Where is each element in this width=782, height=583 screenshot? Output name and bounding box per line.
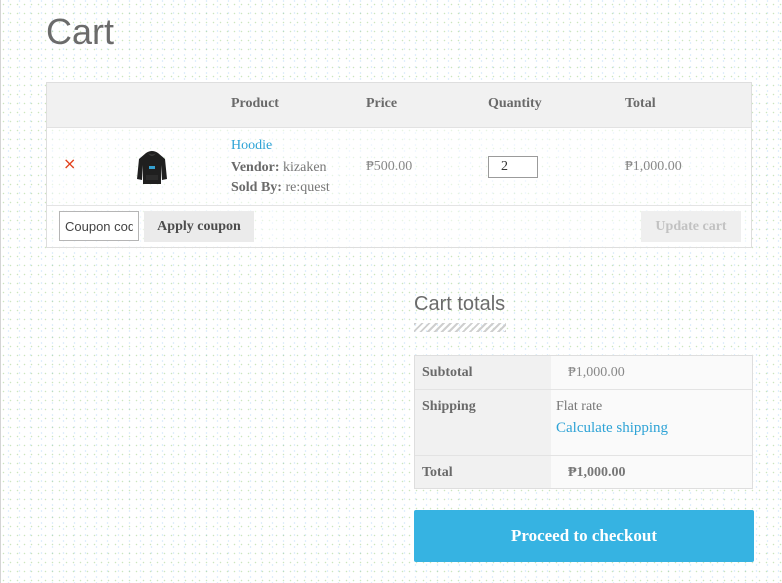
sold-by-label: Sold By: (231, 180, 282, 195)
shipping-label-cell: Shipping (415, 390, 551, 455)
vendor-label: Vendor: (231, 160, 280, 175)
item-total: ₱1,000.00 (625, 159, 682, 174)
calculate-shipping-link[interactable]: Calculate shipping (556, 420, 668, 437)
subtotal-row: Subtotal ₱1,000.00 (415, 356, 752, 390)
cart-totals-title: Cart totals (414, 293, 506, 315)
total-label: Total (422, 465, 453, 480)
header-price: Price (366, 96, 398, 111)
subtotal-label: Subtotal (422, 365, 473, 380)
product-link-hoodie[interactable]: Hoodie (231, 138, 272, 154)
coupon-code-input[interactable] (59, 211, 139, 241)
header-total: Total (625, 96, 656, 111)
product-vendor: Vendor: kizaken (231, 160, 327, 176)
cart-item-row: × Hoodie Vendor: kizaken Sold By: re:que… (47, 128, 751, 206)
sold-by-value: re:quest (285, 180, 330, 195)
cart-table: Product Price Quantity Total × Hoodie Ve… (46, 82, 752, 248)
cart-table-header: Product Price Quantity Total (47, 83, 751, 128)
total-label-cell: Total (415, 456, 551, 488)
vendor-value: kizaken (283, 160, 327, 175)
shipping-label: Shipping (422, 399, 476, 414)
header-quantity: Quantity (488, 96, 542, 111)
page-left-border (0, 0, 1, 583)
remove-item-icon[interactable]: × (63, 155, 76, 173)
apply-coupon-button[interactable]: Apply coupon (144, 211, 254, 242)
hoodie-icon[interactable] (137, 149, 167, 185)
quantity-input[interactable] (488, 156, 538, 178)
product-sold-by: Sold By: re:quest (231, 180, 330, 196)
cart-totals-table: Subtotal ₱1,000.00 Shipping Flat rate Ca… (414, 355, 753, 489)
subtotal-value: ₱1,000.00 (568, 365, 625, 380)
proceed-to-checkout-button[interactable]: Proceed to checkout (414, 510, 754, 562)
update-cart-button[interactable]: Update cart (641, 211, 741, 242)
item-price: ₱500.00 (366, 159, 413, 174)
subtotal-label-cell: Subtotal (415, 356, 551, 389)
cart-totals-divider (414, 323, 506, 332)
shipping-row: Shipping Flat rate Calculate shipping (415, 390, 752, 456)
page-title: Cart (46, 11, 115, 52)
order-total-value: ₱1,000.00 (568, 465, 626, 480)
shipping-method: Flat rate (556, 399, 603, 414)
order-total-row: Total ₱1,000.00 (415, 456, 752, 488)
header-product: Product (231, 96, 279, 111)
